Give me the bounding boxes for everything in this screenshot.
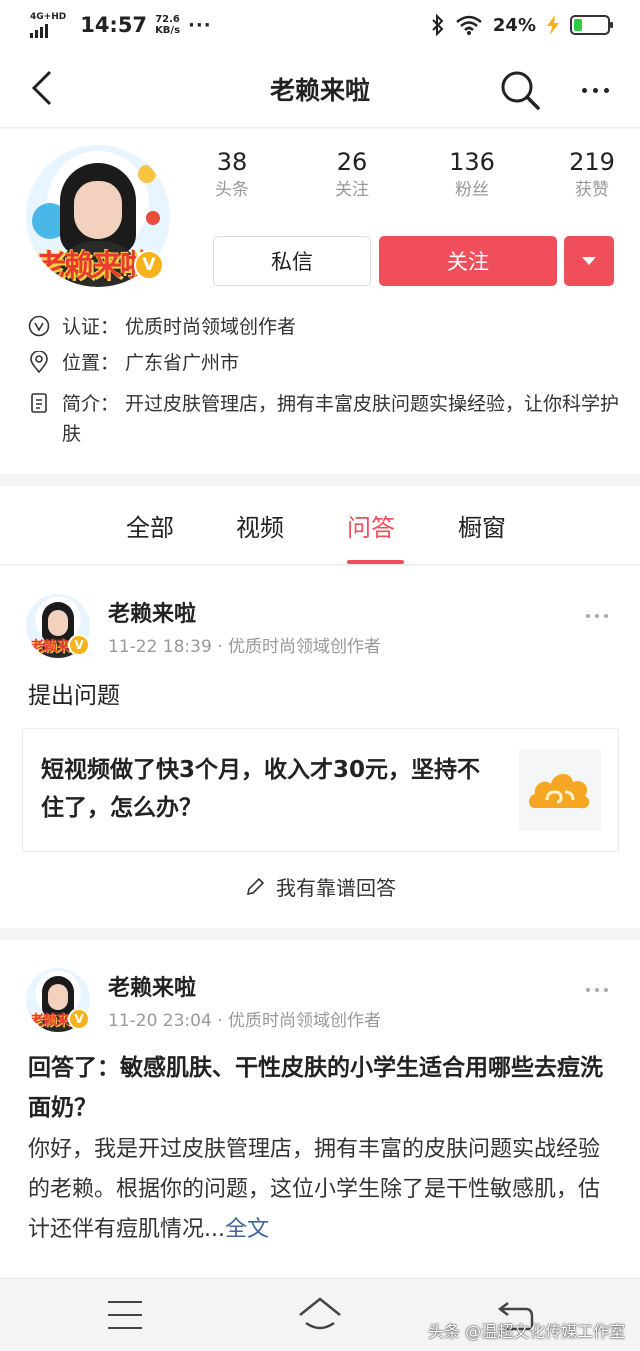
stat-likes[interactable]: 219 获赞 <box>552 147 632 203</box>
notification-more: ··· <box>188 14 212 36</box>
content-tabs: 全部 视频 问答 橱窗 <box>0 486 640 565</box>
charging-icon <box>547 15 559 35</box>
question-thumbnail <box>519 749 601 831</box>
question-box[interactable]: 短视频做了快3个月，收入才30元，坚持不住了，怎么办？ <box>22 728 619 852</box>
battery-percent: 24% <box>492 14 536 36</box>
bluetooth-icon <box>432 14 444 36</box>
network-speed: 72.6 KB/s <box>155 14 181 36</box>
intro-row: 简介： 开过皮肤管理店，拥有丰富皮肤问题实操经验，让你科学护肤 <box>28 389 622 449</box>
top-nav-bar: 老赖来啦 <box>0 50 640 128</box>
signal-icon <box>30 22 66 38</box>
tab-showcase[interactable]: 橱窗 <box>458 508 506 543</box>
home-icon <box>299 1297 341 1330</box>
question-post-card: 老赖来啦 V 老赖来啦 11-22 18:39 · 优质时尚领域创作者 提出问题… <box>0 566 640 928</box>
clock: 14:57 <box>80 13 148 37</box>
more-horizontal-icon <box>581 87 587 93</box>
watermark: 头条 @温超文化传媒工作室 <box>428 1322 626 1341</box>
page-title: 老赖来啦 <box>269 75 370 105</box>
message-button[interactable]: 私信 <box>213 236 371 286</box>
verified-badge: V <box>134 250 164 280</box>
network-indicator: 4G+HD <box>30 12 66 38</box>
answer-post-card: 老赖来啦 V 老赖来啦 11-20 23:04 · 优质时尚领域创作者 回答了：… <box>0 940 640 1280</box>
post-author[interactable]: 老赖来啦 <box>108 596 196 628</box>
verified-icon <box>28 315 50 337</box>
battery-icon <box>570 15 613 35</box>
avatar-logo: 老赖来啦 <box>36 249 150 284</box>
answer-button[interactable]: 我有靠谱回答 <box>0 872 640 901</box>
active-tab-indicator <box>347 560 404 564</box>
stat-following[interactable]: 26 关注 <box>312 147 392 203</box>
location-row: 位置： 广东省广州市 <box>28 348 239 378</box>
read-more-link[interactable]: 全文 <box>225 1217 269 1242</box>
verified-badge: V <box>68 1008 90 1030</box>
search-button[interactable] <box>498 68 542 112</box>
verification-row: 认证： 优质时尚领域创作者 <box>28 312 296 342</box>
answer-body[interactable]: 你好，我是开过皮肤管理店，拥有丰富的皮肤问题实战经验的老赖。根据你的问题，这位小… <box>28 1130 618 1250</box>
answer-title[interactable]: 回答了：敏感肌肤、干性皮肤的小学生适合用哪些去痘洗面奶？ <box>28 1048 618 1128</box>
search-icon <box>501 71 540 110</box>
menu-button[interactable] <box>108 1301 142 1329</box>
status-bar: 4G+HD 14:57 72.6 KB/s ··· 24% <box>0 0 640 50</box>
question-title: 短视频做了快3个月，收入才30元，坚持不住了，怎么办？ <box>41 757 481 821</box>
chevron-left-icon <box>31 70 52 106</box>
answer-button-label: 我有靠谱回答 <box>276 876 396 900</box>
location-pin-icon <box>30 351 48 373</box>
home-button[interactable] <box>296 1293 344 1337</box>
more-horizontal-icon <box>586 988 590 992</box>
wifi-icon <box>456 15 482 35</box>
tab-all[interactable]: 全部 <box>126 508 174 543</box>
post-more-button[interactable] <box>586 988 608 992</box>
verified-badge: V <box>68 634 90 656</box>
caret-down-icon <box>582 257 596 265</box>
more-button[interactable] <box>572 72 618 108</box>
document-icon <box>31 393 47 413</box>
tab-video[interactable]: 视频 <box>236 508 284 543</box>
stat-articles[interactable]: 38 头条 <box>192 147 272 203</box>
menu-icon <box>108 1301 142 1303</box>
cloud-logo-icon <box>529 773 590 809</box>
follow-button[interactable]: 关注 <box>379 236 557 286</box>
post-type-label: 提出问题 <box>28 683 120 709</box>
post-meta: 11-22 18:39 · 优质时尚领域创作者 <box>108 637 382 657</box>
recommend-dropdown-button[interactable] <box>564 236 614 286</box>
post-meta: 11-20 23:04 · 优质时尚领域创作者 <box>108 1011 382 1031</box>
back-button[interactable] <box>22 68 62 108</box>
post-author[interactable]: 老赖来啦 <box>108 970 196 1002</box>
stat-followers[interactable]: 136 粉丝 <box>432 147 512 203</box>
more-horizontal-icon <box>586 614 590 618</box>
post-more-button[interactable] <box>586 614 608 618</box>
profile-header: 老赖来啦 V 38 头条 26 关注 136 粉丝 219 获赞 私信 关注 认… <box>0 129 640 474</box>
tab-qa[interactable]: 问答 <box>347 508 395 543</box>
pencil-icon <box>246 877 265 895</box>
